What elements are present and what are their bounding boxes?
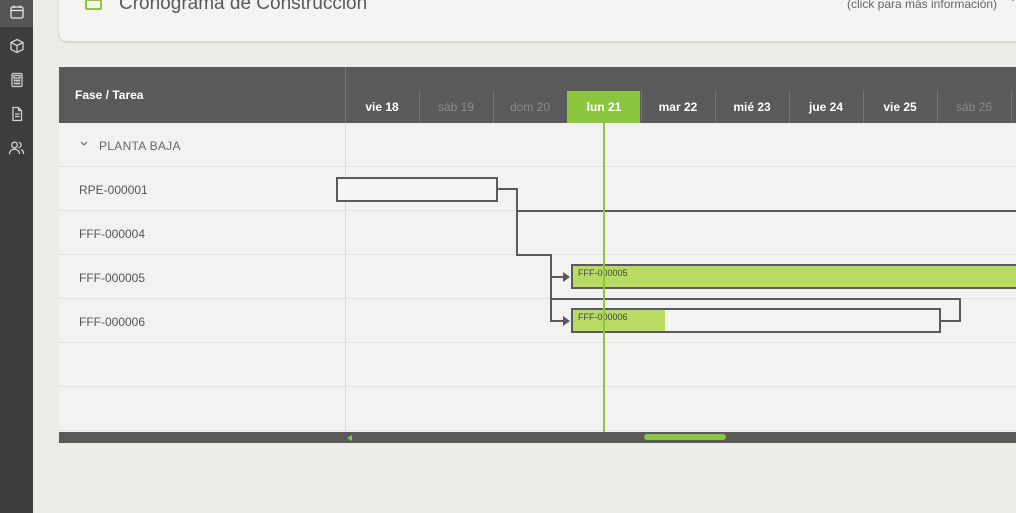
today-marker	[603, 123, 605, 443]
dependency-links	[498, 188, 1016, 326]
dependency-arrow	[563, 316, 570, 326]
sidebar-item-documents[interactable]	[0, 99, 33, 129]
calendar-icon	[9, 5, 24, 19]
document-icon	[11, 106, 22, 122]
sidebar-item-calendar[interactable]	[0, 0, 33, 27]
dependency-line	[516, 211, 565, 278]
scroll-left-arrow-icon[interactable]	[347, 435, 352, 441]
users-icon	[8, 141, 25, 155]
gantt-chart: Fase / Tarea vie 18 sáb 19 dom 20 lun 21…	[59, 67, 1016, 443]
scroll-thumb[interactable]	[644, 434, 726, 440]
dependency-line	[550, 299, 565, 322]
sidebar-item-calculator[interactable]	[0, 65, 33, 95]
more-info-hint[interactable]: (click para más información)	[847, 0, 997, 11]
sidebar-item-users[interactable]	[0, 133, 33, 163]
chevron-down-icon[interactable]	[1007, 0, 1016, 3]
schedule-header-card[interactable]: Cronograma de Construcción (click para m…	[59, 0, 1016, 41]
page-title: Cronograma de Construcción	[119, 0, 368, 14]
dependency-arrow	[563, 272, 570, 282]
gantt-icon	[85, 0, 102, 10]
calculator-icon	[10, 72, 23, 88]
sidebar-item-products[interactable]	[0, 31, 33, 61]
horizontal-scrollbar[interactable]	[59, 432, 1016, 443]
dependency-line	[498, 188, 1016, 212]
box-icon	[9, 38, 24, 54]
sidebar	[0, 0, 33, 513]
dependency-line	[550, 277, 961, 322]
